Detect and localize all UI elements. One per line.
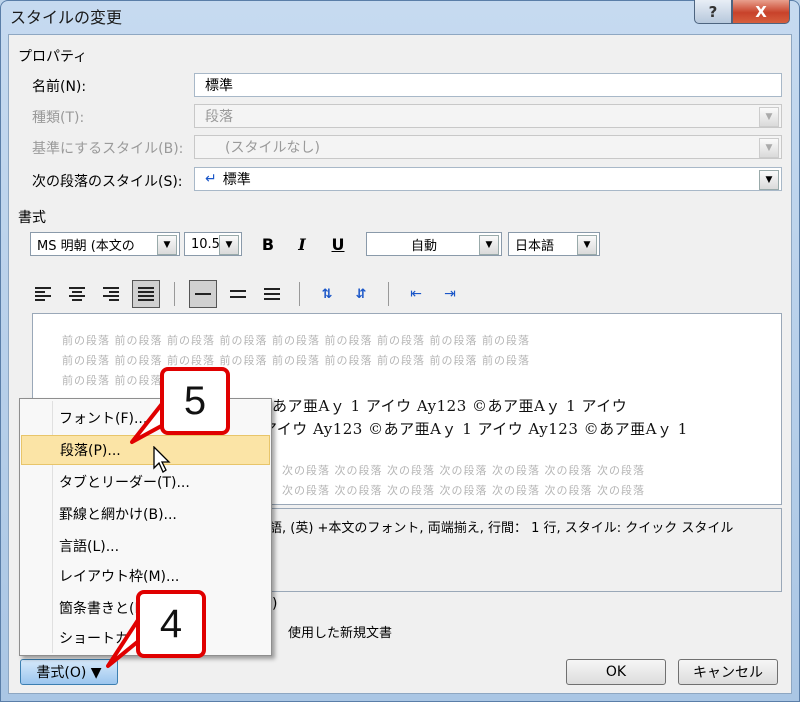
language-value: 日本語 xyxy=(515,238,555,254)
next-style-value: 標準 xyxy=(222,172,251,188)
align-right-icon[interactable] xyxy=(98,281,124,307)
type-value: 段落 xyxy=(205,109,233,125)
help-button[interactable]: ? xyxy=(694,0,732,24)
single-spacing-icon[interactable] xyxy=(189,280,217,308)
language-select[interactable]: 日本語 ▼ xyxy=(508,232,600,256)
style-description-text: 語, (英) +本文のフォント, 両端揃え, 行間： 1 行, スタイル: クイ… xyxy=(269,521,734,536)
menu-item-frame[interactable]: レイアウト枠(M)... xyxy=(21,561,270,591)
menu-item-tabs[interactable]: タブとリーダー(T)... xyxy=(21,467,270,497)
chevron-down-icon: ▼ xyxy=(759,138,779,158)
type-label: 種類(T): xyxy=(32,110,85,126)
menu-item-label: タブとリーダー(T)... xyxy=(59,475,190,491)
chevron-down-icon: ▼ xyxy=(157,235,177,255)
one-half-spacing-icon[interactable] xyxy=(225,281,251,307)
cancel-button[interactable]: キャンセル xyxy=(678,659,778,685)
menu-item-borders[interactable]: 罫線と網かけ(B)... xyxy=(21,499,270,529)
name-value: 標準 xyxy=(205,78,233,94)
increase-paragraph-spacing-icon[interactable]: ⇅ xyxy=(314,281,340,307)
next-style-select[interactable]: ↵ 標準 ▼ xyxy=(194,167,782,191)
font-size-select[interactable]: 10.5 ▼ xyxy=(184,232,242,256)
next-style-label: 次の段落のスタイル(S): xyxy=(32,174,183,190)
add-to-quick-style-option[interactable]: ) xyxy=(272,596,277,612)
chevron-down-icon: ▼ xyxy=(759,107,779,127)
align-center-icon[interactable] xyxy=(64,281,90,307)
based-on-label: 基準にするスタイル(B): xyxy=(32,141,184,157)
chevron-down-icon: ▼ xyxy=(759,170,779,190)
underline-button[interactable]: U xyxy=(326,232,350,256)
properties-section-label: プロパティ xyxy=(18,49,88,65)
font-select[interactable]: MS 明朝 (本文の ▼ xyxy=(30,232,180,256)
step-5-callout: 5 xyxy=(160,367,230,435)
paragraph-return-icon: ↵ xyxy=(205,171,217,187)
decrease-paragraph-spacing-icon[interactable]: ⇵ xyxy=(348,281,374,307)
preview-sample-text: アイウ Ay123 ©あア亜Aｙ 1 アイウ Ay123 ©あア亜Aｙ 1 xyxy=(262,420,688,438)
ok-button[interactable]: OK xyxy=(566,659,666,685)
preview-previous-paragraph: 前の段落 前の段落 前の段落 前の段落 前の段落 前の段落 前の段落 前の段落 … xyxy=(62,354,530,367)
preview-next-paragraph: 次の段落 次の段落 次の段落 次の段落 次の段落 次の段落 次の段落 xyxy=(282,484,645,497)
paragraph-toolbar: ⇅ ⇵ ⇤ ⇥ xyxy=(30,280,463,308)
step-4-callout: 4 xyxy=(136,590,206,658)
chevron-down-icon: ▼ xyxy=(577,235,597,255)
type-select[interactable]: 段落 ▼ xyxy=(194,104,782,128)
font-color-value: 自動 xyxy=(410,238,437,254)
toolbar-divider xyxy=(388,282,389,306)
name-label: 名前(N): xyxy=(32,79,87,95)
name-input[interactable]: 標準 xyxy=(194,73,782,97)
menu-item-label: 言語(L)... xyxy=(59,539,120,555)
menu-item-label: レイアウト枠(M)... xyxy=(59,569,180,585)
font-color-select[interactable]: 自動 ▼ xyxy=(366,232,502,256)
font-size-value: 10.5 xyxy=(191,236,220,252)
italic-button[interactable]: I xyxy=(290,232,314,256)
bold-button[interactable]: B xyxy=(256,232,280,256)
based-on-select[interactable]: (スタイルなし) ▼ xyxy=(194,135,782,159)
dialog-title: スタイルの変更 xyxy=(10,8,123,27)
justify-icon[interactable] xyxy=(132,280,160,308)
increase-indent-icon[interactable]: ⇥ xyxy=(437,281,463,307)
menu-item-label: 罫線と網かけ(B)... xyxy=(59,507,177,523)
toolbar-divider xyxy=(174,282,175,306)
toolbar-divider xyxy=(299,282,300,306)
template-option-label[interactable]: 使用した新規文書 xyxy=(288,622,392,641)
preview-sample-text: あア亜Aｙ 1 アイウ Ay123 ©あア亜Aｙ 1 アイウ xyxy=(272,397,628,415)
close-button[interactable]: X xyxy=(732,0,790,24)
preview-previous-paragraph: 前の段落 前の段落 前の段落 前の段落 前の段落 前の段落 前の段落 前の段落 … xyxy=(62,334,530,347)
preview-next-paragraph: 次の段落 次の段落 次の段落 次の段落 次の段落 次の段落 次の段落 xyxy=(282,464,645,477)
decrease-indent-icon[interactable]: ⇤ xyxy=(403,281,429,307)
chevron-down-icon: ▼ xyxy=(219,235,239,255)
align-left-icon[interactable] xyxy=(30,281,56,307)
chevron-down-icon: ▼ xyxy=(479,235,499,255)
format-section-label: 書式 xyxy=(18,210,46,226)
menu-item-language[interactable]: 言語(L)... xyxy=(21,531,270,561)
font-value: MS 明朝 (本文の xyxy=(37,238,135,254)
based-on-value: (スタイルなし) xyxy=(225,140,320,156)
double-spacing-icon[interactable] xyxy=(259,281,285,307)
